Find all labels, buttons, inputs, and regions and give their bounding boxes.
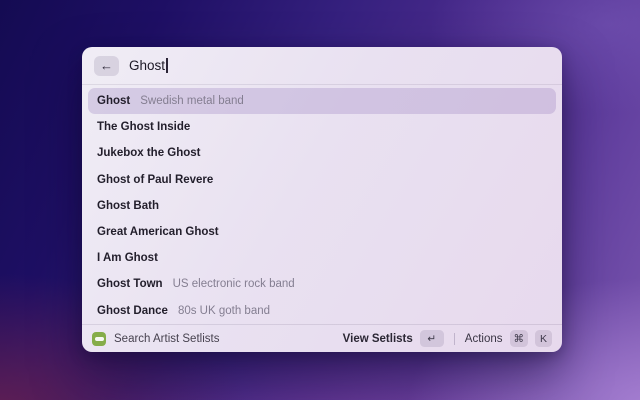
desktop-wallpaper: ← Ghost Ghost Swedish metal band The Gho… [0,0,640,400]
search-input[interactable]: Ghost [129,47,550,84]
list-item-title: Ghost [97,95,130,107]
list-item[interactable]: The Ghost Inside [88,114,556,140]
actions-menu-button[interactable]: Actions [465,333,503,345]
list-item-title: I Am Ghost [97,252,158,264]
list-item-title: Ghost of Paul Revere [97,174,213,186]
footer-actions: View Setlists ↵ Actions ⌘ K [343,330,552,347]
list-item-subtitle: US electronic rock band [173,278,295,290]
text-cursor [166,58,168,73]
footer-divider [454,333,455,345]
return-key-icon: ↵ [420,330,444,347]
results-list: Ghost Swedish metal band The Ghost Insid… [82,85,562,324]
list-item[interactable]: Jukebox the Ghost [88,140,556,166]
list-item[interactable]: Ghost Town US electronic rock band [88,271,556,297]
search-query-text: Ghost [129,58,165,73]
list-item-title: Great American Ghost [97,226,219,238]
list-item-title: Ghost Dance [97,305,168,317]
back-button[interactable]: ← [94,56,119,76]
list-item[interactable]: Ghost Swedish metal band [88,88,556,114]
back-arrow-icon: ← [100,58,113,73]
list-item[interactable]: Great American Ghost [88,219,556,245]
list-item-title: Jukebox the Ghost [97,147,201,159]
command-key-icon: ⌘ [510,330,529,347]
list-item-subtitle: Swedish metal band [140,95,244,107]
launcher-window: ← Ghost Ghost Swedish metal band The Gho… [82,47,562,352]
search-bar: ← Ghost [82,47,562,85]
list-item-title: Ghost Town [97,278,163,290]
list-item[interactable]: Ghost of Paul Revere [88,167,556,193]
command-title: Search Artist Setlists [114,333,219,345]
list-item-subtitle: 80s UK goth band [178,305,270,317]
primary-action-button[interactable]: View Setlists [343,333,413,345]
k-key-icon: K [535,330,552,347]
footer-bar: Search Artist Setlists View Setlists ↵ A… [82,324,562,352]
list-item[interactable]: Ghost Bath [88,193,556,219]
list-item-title: Ghost Bath [97,200,159,212]
list-item[interactable]: I Am Ghost [88,245,556,271]
list-item-title: The Ghost Inside [97,121,190,133]
setlistfm-icon [92,332,106,346]
list-item[interactable]: Ghost Dance 80s UK goth band [88,298,556,324]
